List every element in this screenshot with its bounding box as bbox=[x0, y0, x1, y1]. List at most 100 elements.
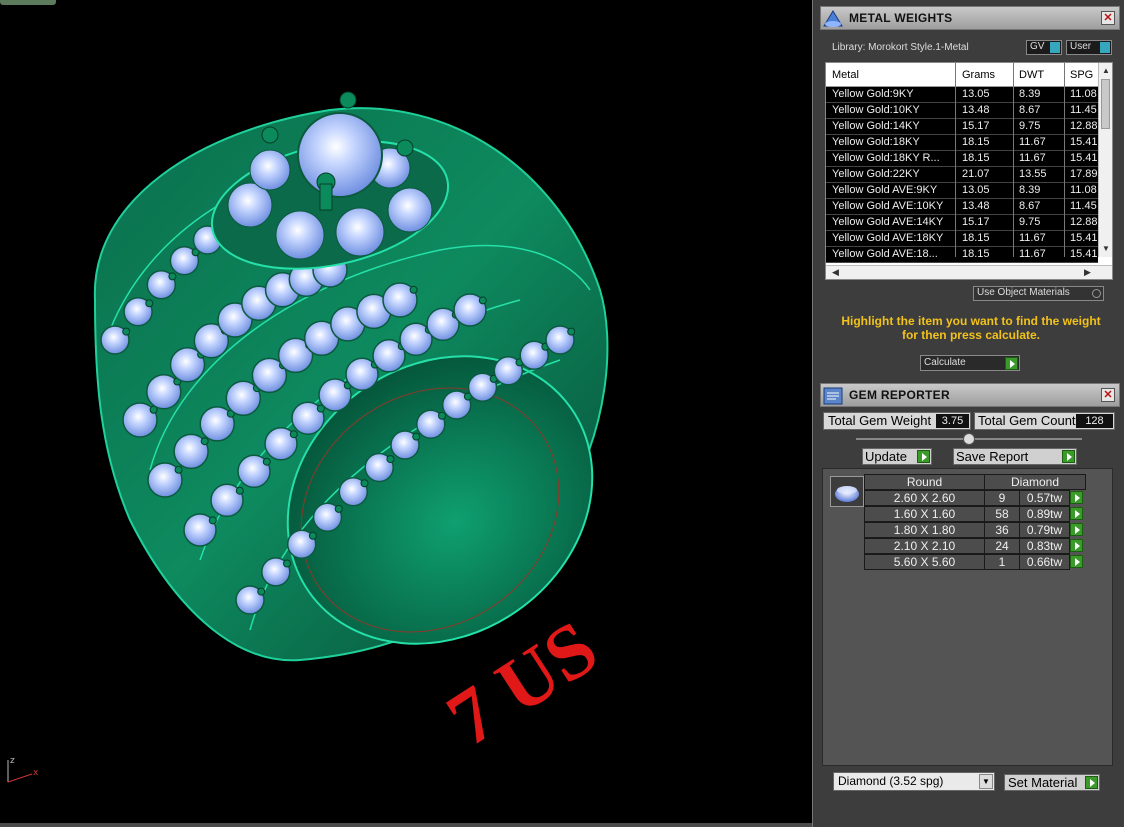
col-dwt[interactable]: DWT bbox=[1019, 69, 1044, 81]
gem-count: 58 bbox=[984, 506, 1020, 522]
metal-cell-dwt: 8.67 bbox=[1019, 104, 1041, 116]
update-arrow-icon[interactable] bbox=[917, 450, 930, 463]
scroll-left-icon[interactable]: ◀ bbox=[832, 267, 839, 278]
metal-cell-dwt: 9.75 bbox=[1019, 216, 1041, 228]
metal-row[interactable]: Yellow Gold AVE:9KY 13.05 8.39 11.08 bbox=[826, 183, 1098, 199]
metal-cell-metal: Yellow Gold:14KY bbox=[832, 120, 920, 132]
gem-count: 36 bbox=[984, 522, 1020, 538]
prong-bead bbox=[283, 559, 291, 568]
col-grams[interactable]: Grams bbox=[962, 69, 995, 81]
metal-table-vscrollbar[interactable]: ▲ ▼ bbox=[1098, 63, 1112, 257]
prong-bead bbox=[235, 486, 244, 495]
user-toggle[interactable]: User bbox=[1066, 40, 1112, 55]
gem-row[interactable]: 2.10 X 2.10 24 0.83tw bbox=[864, 538, 1086, 554]
metal-cell-dwt: 8.67 bbox=[1019, 200, 1041, 212]
metal-cell-metal: Yellow Gold:18KY R... bbox=[832, 152, 940, 164]
calculate-label: Calculate bbox=[924, 357, 966, 368]
metal-cell-grams: 18.15 bbox=[962, 248, 990, 260]
panel-splitter[interactable] bbox=[812, 0, 820, 827]
metal-cell-spg: 12.88 bbox=[1070, 216, 1098, 228]
total-gem-weight-label: Total Gem Weight bbox=[828, 413, 932, 428]
prong-bead bbox=[122, 327, 131, 336]
gv-toggle[interactable]: GV bbox=[1026, 40, 1062, 55]
prong-bead bbox=[308, 531, 317, 540]
gem-row[interactable]: 5.60 X 5.60 1 0.66tw bbox=[864, 554, 1086, 570]
col-metal[interactable]: Metal bbox=[832, 69, 859, 81]
gem-table: Round Diamond 2.60 X 2.60 9 0.57tw 1.60 X 1… bbox=[864, 474, 1086, 570]
update-button[interactable]: Update bbox=[862, 448, 932, 465]
metal-weights-titlebar[interactable]: METAL WEIGHTS ✕ bbox=[820, 6, 1120, 30]
gem-row-arrow-icon[interactable] bbox=[1070, 523, 1083, 536]
use-object-materials-label: Use Object Materials bbox=[977, 287, 1070, 298]
metal-cell-dwt: 11.67 bbox=[1019, 232, 1046, 244]
metal-row[interactable]: Yellow Gold:9KY 13.05 8.39 11.08 bbox=[826, 87, 1098, 103]
metal-cell-grams: 13.05 bbox=[962, 184, 990, 196]
metal-row[interactable]: Yellow Gold:18KY R... 18.15 11.67 15.41 bbox=[826, 151, 1098, 167]
calculate-arrow-icon[interactable] bbox=[1005, 357, 1018, 370]
scroll-down-icon[interactable]: ▼ bbox=[1102, 244, 1110, 253]
round-gem-thumbnail[interactable] bbox=[830, 476, 864, 507]
prong-bead bbox=[412, 432, 421, 441]
prong-bead bbox=[262, 457, 271, 466]
prong-bead bbox=[478, 296, 487, 305]
prong-bead bbox=[386, 455, 395, 464]
metal-row[interactable]: Yellow Gold AVE:10KY 13.48 8.67 11.45 bbox=[826, 199, 1098, 215]
gem-size: 1.60 X 1.60 bbox=[864, 506, 985, 522]
col-spg[interactable]: SPG bbox=[1070, 69, 1093, 81]
calculate-button[interactable]: Calculate bbox=[920, 355, 1020, 371]
metal-cell-grams: 21.07 bbox=[962, 168, 990, 180]
metal-weights-close-button[interactable]: ✕ bbox=[1101, 11, 1115, 25]
metal-cell-metal: Yellow Gold AVE:9KY bbox=[832, 184, 938, 196]
gem-row-arrow-icon[interactable] bbox=[1070, 491, 1083, 504]
scroll-right-icon[interactable]: ▶ bbox=[1084, 267, 1091, 278]
chevron-down-icon[interactable]: ▼ bbox=[979, 774, 993, 789]
metal-row[interactable]: Yellow Gold:22KY 21.07 13.55 17.89 bbox=[826, 167, 1098, 183]
metal-row[interactable]: Yellow Gold AVE:18... 18.15 11.67 15.41 bbox=[826, 247, 1098, 263]
gem-row[interactable]: 2.60 X 2.60 9 0.57tw bbox=[864, 490, 1086, 506]
metal-cell-spg: 11.45 bbox=[1070, 104, 1097, 116]
metal-row[interactable]: Yellow Gold:10KY 13.48 8.67 11.45 bbox=[826, 103, 1098, 119]
prong-bead bbox=[257, 587, 266, 596]
scroll-up-icon[interactable]: ▲ bbox=[1102, 66, 1110, 75]
gem-shape-header: Round bbox=[864, 474, 985, 490]
metal-row[interactable]: Yellow Gold:14KY 15.17 9.75 12.88 bbox=[826, 119, 1098, 135]
user-toggle-indicator bbox=[1100, 42, 1110, 53]
gem-count: 9 bbox=[984, 490, 1020, 506]
gem-row-arrow-icon[interactable] bbox=[1070, 539, 1083, 552]
metal-row[interactable]: Yellow Gold AVE:14KY 15.17 9.75 12.88 bbox=[826, 215, 1098, 231]
gem-slider-handle[interactable] bbox=[963, 433, 975, 445]
save-report-arrow-icon[interactable] bbox=[1062, 450, 1075, 463]
metal-cell-dwt: 11.67 bbox=[1019, 152, 1046, 164]
metal-row[interactable]: Yellow Gold:18KY 18.15 11.67 15.41 bbox=[826, 135, 1098, 151]
scroll-thumb[interactable] bbox=[1101, 79, 1110, 129]
metal-weights-title: METAL WEIGHTS bbox=[849, 11, 953, 25]
metal-cell-metal: Yellow Gold AVE:14KY bbox=[832, 216, 944, 228]
gem-reporter-close-button[interactable]: ✕ bbox=[1101, 388, 1115, 402]
set-material-arrow-icon[interactable] bbox=[1085, 776, 1098, 789]
gem-row[interactable]: 1.80 X 1.80 36 0.79tw bbox=[864, 522, 1086, 538]
metal-table: Metal Grams DWT SPG Yellow Gold:9KY 13.05… bbox=[825, 62, 1113, 280]
prong-bead bbox=[438, 411, 446, 420]
metal-row[interactable]: Yellow Gold AVE:18KY 18.15 11.67 15.41 bbox=[826, 231, 1098, 247]
use-object-materials-toggle[interactable]: Use Object Materials bbox=[973, 286, 1104, 301]
set-material-button[interactable]: Set Material bbox=[1004, 774, 1100, 791]
prong-bead bbox=[168, 272, 177, 281]
gem-row[interactable]: 1.60 X 1.60 58 0.89tw bbox=[864, 506, 1086, 522]
gem-row-arrow-icon[interactable] bbox=[1070, 555, 1083, 568]
gem-reporter-title: GEM REPORTER bbox=[849, 388, 950, 402]
3d-viewport[interactable]: 7 US z x bbox=[0, 0, 812, 827]
metal-table-hscrollbar[interactable]: ◀ ▶ bbox=[826, 265, 1112, 279]
material-select[interactable]: Diamond (3.52 spg) ▼ bbox=[833, 772, 995, 791]
gem-reporter-titlebar[interactable]: GEM REPORTER ✕ bbox=[820, 383, 1120, 407]
ring-model-render: 7 US bbox=[93, 91, 612, 762]
gem-size: 5.60 X 5.60 bbox=[864, 554, 985, 570]
prong-bead bbox=[409, 285, 418, 294]
use-object-materials-radio[interactable] bbox=[1092, 289, 1101, 298]
metal-cell-spg: 11.45 bbox=[1070, 200, 1097, 212]
gem-count: 24 bbox=[984, 538, 1020, 554]
gem-row-arrow-icon[interactable] bbox=[1070, 507, 1083, 520]
save-report-button[interactable]: Save Report bbox=[953, 448, 1077, 465]
axis-z-label: z bbox=[10, 756, 15, 766]
metal-cell-dwt: 11.67 bbox=[1019, 248, 1046, 260]
metal-cell-spg: 12.88 bbox=[1070, 120, 1098, 132]
